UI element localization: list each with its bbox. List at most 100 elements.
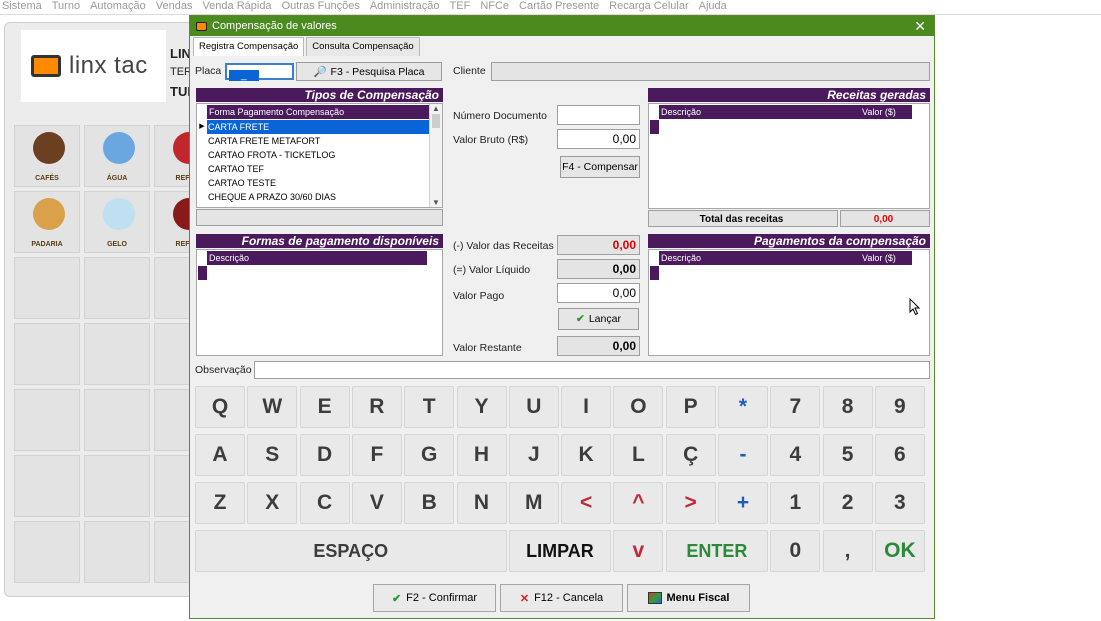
close-icon[interactable]: ✕ xyxy=(914,18,926,35)
key[interactable]: 1 xyxy=(770,482,821,524)
key[interactable]: 8 xyxy=(822,386,873,428)
key[interactable]: ^ xyxy=(613,482,664,524)
empty-product-tile[interactable] xyxy=(84,455,150,517)
key[interactable]: Q xyxy=(195,386,245,428)
enter-key[interactable]: ENTER xyxy=(665,530,768,572)
key[interactable]: N xyxy=(456,482,507,524)
key[interactable]: Ç xyxy=(665,434,716,476)
menu-item[interactable]: Administração xyxy=(370,0,440,14)
cancela-button[interactable]: ✕ F12 - Cancela xyxy=(500,584,623,612)
key[interactable]: S xyxy=(247,434,298,476)
empty-product-tile[interactable] xyxy=(84,323,150,385)
scroll-down-icon[interactable]: ▼ xyxy=(430,198,442,207)
menu-item[interactable]: Outras Funções xyxy=(282,0,360,14)
tipo-compensacao-item[interactable]: CARTAO TEF xyxy=(197,162,431,176)
key[interactable]: P xyxy=(665,386,716,428)
key[interactable]: D xyxy=(299,434,350,476)
menu-item[interactable]: NFCe xyxy=(480,0,509,14)
tipo-compensacao-item[interactable]: CARTA FRETE METAFORT xyxy=(197,134,431,148)
comma-key[interactable]: , xyxy=(822,530,873,572)
empty-product-tile[interactable] xyxy=(14,257,80,319)
key[interactable]: Y xyxy=(456,386,507,428)
zero-key[interactable]: 0 xyxy=(770,530,821,572)
key[interactable]: T xyxy=(404,386,455,428)
bread-icon xyxy=(33,198,65,230)
valor-pago-input[interactable]: 0,00 xyxy=(557,283,640,303)
menu-item[interactable]: Sistema xyxy=(2,0,42,14)
empty-product-tile[interactable] xyxy=(14,455,80,517)
empty-product-tile[interactable] xyxy=(14,323,80,385)
key[interactable]: G xyxy=(404,434,455,476)
empty-product-tile[interactable] xyxy=(14,521,80,583)
empty-product-tile[interactable] xyxy=(84,521,150,583)
key[interactable]: F xyxy=(351,434,402,476)
key[interactable]: O xyxy=(613,386,664,428)
menu-item[interactable]: TEF xyxy=(450,0,471,14)
key[interactable]: L xyxy=(613,434,664,476)
key[interactable]: R xyxy=(351,386,402,428)
key[interactable]: 6 xyxy=(874,434,925,476)
menu-fiscal-button[interactable]: Menu Fiscal xyxy=(627,584,750,612)
tipo-compensacao-item[interactable]: CHEQUE A PRAZO 30/60 DIAS xyxy=(197,190,431,204)
key[interactable]: E xyxy=(299,386,350,428)
key[interactable]: * xyxy=(718,386,768,428)
space-key[interactable]: ESPAÇO xyxy=(195,530,507,572)
key[interactable]: H xyxy=(456,434,507,476)
ok-key[interactable]: OK xyxy=(874,530,925,572)
empty-product-tile[interactable] xyxy=(84,257,150,319)
key[interactable]: C xyxy=(299,482,350,524)
key[interactable]: + xyxy=(718,482,768,524)
empty-product-tile[interactable] xyxy=(14,389,80,451)
key[interactable]: B xyxy=(404,482,455,524)
compensar-button[interactable]: F4 - Compensar xyxy=(560,156,640,178)
key[interactable]: X xyxy=(247,482,298,524)
key[interactable]: 4 xyxy=(770,434,821,476)
key[interactable]: 9 xyxy=(874,386,925,428)
key[interactable]: I xyxy=(561,386,612,428)
key[interactable]: M xyxy=(508,482,559,524)
key[interactable]: < xyxy=(561,482,612,524)
confirmar-button[interactable]: ✔ F2 - Confirmar xyxy=(373,584,496,612)
menu-item[interactable]: Ajuda xyxy=(699,0,727,14)
menu-item[interactable]: Venda Rápida xyxy=(202,0,271,14)
key[interactable]: U xyxy=(508,386,559,428)
product-tile[interactable]: ÁGUA xyxy=(84,125,150,187)
placa-input[interactable]: _ xyxy=(225,63,294,81)
lancar-button[interactable]: ✔ Lançar xyxy=(558,308,639,330)
tipo-compensacao-item[interactable]: CARTA FRETE xyxy=(197,120,431,134)
menu-item[interactable]: Recarga Celular xyxy=(609,0,688,14)
scroll-up-icon[interactable]: ▲ xyxy=(430,104,442,113)
product-tile[interactable]: CAFÉS xyxy=(14,125,80,187)
key[interactable]: A xyxy=(195,434,245,476)
tipo-compensacao-item[interactable]: CARTAO FROTA - TICKETLOG xyxy=(197,148,431,162)
key[interactable]: V xyxy=(351,482,402,524)
product-tile[interactable]: GELO xyxy=(84,191,150,253)
tab-registra-compensacao[interactable]: Registra Compensação xyxy=(193,37,305,56)
tipo-compensacao-item[interactable]: CARTAO TESTE xyxy=(197,176,431,190)
key[interactable]: K xyxy=(561,434,612,476)
down-key[interactable]: v xyxy=(613,530,664,572)
key[interactable]: - xyxy=(718,434,768,476)
menu-item[interactable]: Vendas xyxy=(156,0,193,14)
key[interactable]: 3 xyxy=(874,482,925,524)
empty-product-tile[interactable] xyxy=(84,389,150,451)
menu-item[interactable]: Cartão Presente xyxy=(519,0,599,14)
key[interactable]: 7 xyxy=(770,386,821,428)
product-tile[interactable]: PADARIA xyxy=(14,191,80,253)
scroll-thumb[interactable] xyxy=(432,114,440,128)
tipos-scrollbar[interactable]: ▲ ▼ xyxy=(429,104,442,207)
key[interactable]: 2 xyxy=(822,482,873,524)
key[interactable]: > xyxy=(665,482,716,524)
numero-documento-input[interactable] xyxy=(557,105,640,125)
key[interactable]: W xyxy=(247,386,298,428)
pesquisa-placa-button[interactable]: 🔎 F3 - Pesquisa Placa xyxy=(296,62,442,81)
menu-item[interactable]: Turno xyxy=(52,0,80,14)
key[interactable]: Z xyxy=(195,482,245,524)
menu-item[interactable]: Automação xyxy=(90,0,146,14)
key[interactable]: 5 xyxy=(822,434,873,476)
key[interactable]: J xyxy=(508,434,559,476)
valor-bruto-input[interactable]: 0,00 xyxy=(557,129,640,149)
observacao-input[interactable] xyxy=(254,361,930,379)
clear-key[interactable]: LIMPAR xyxy=(508,530,612,572)
tab-consulta-compensacao[interactable]: Consulta Compensação xyxy=(306,37,420,56)
